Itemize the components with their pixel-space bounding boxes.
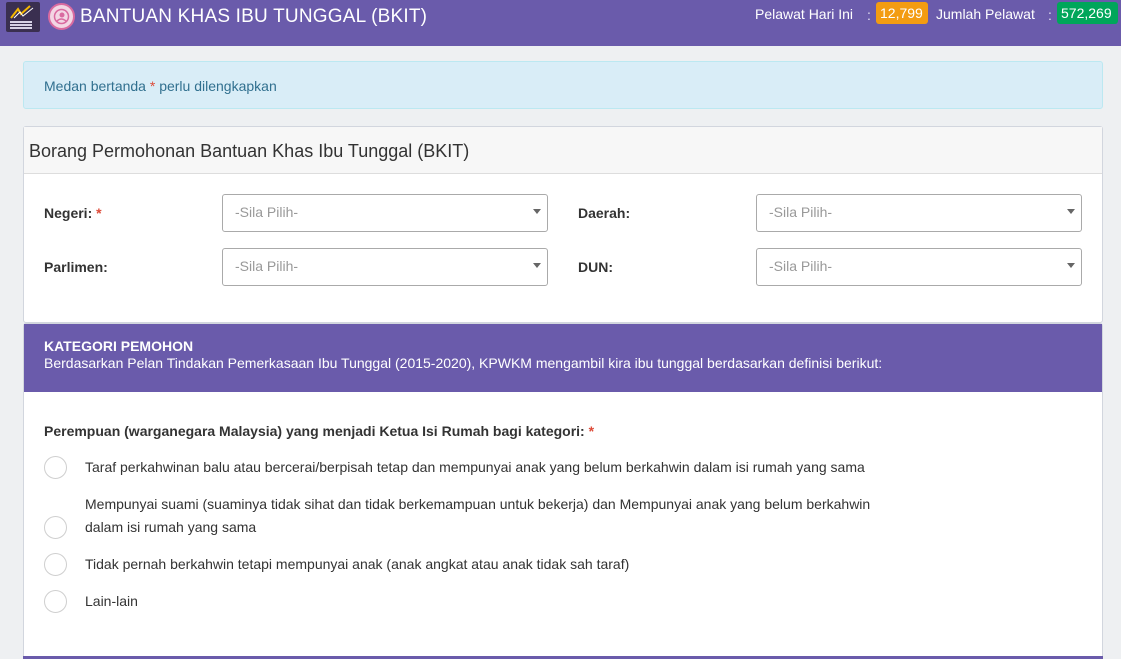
mother-child-logo [48, 3, 75, 30]
category-title: KATEGORI PEMOHON [44, 338, 194, 354]
category-question: Perempuan (warganegara Malaysia) yang me… [44, 423, 594, 439]
category-radio-4[interactable] [44, 590, 67, 613]
applicant-category-panel: KATEGORI PEMOHON Berdasarkan Pelan Tinda… [23, 323, 1103, 659]
daerah-label: Daerah: [578, 205, 631, 221]
category-description: Berdasarkan Pelan Tindakan Pemerkasaan I… [44, 355, 883, 371]
negeri-label: Negeri: * [44, 205, 102, 221]
category-radio-1[interactable] [44, 456, 67, 479]
category-option-2-line1: Mempunyai suami (suaminya tidak sihat da… [85, 496, 871, 512]
chevron-down-icon [1067, 263, 1075, 268]
required-fields-alert: Medan bertanda * perlu dilengkapkan [23, 61, 1103, 109]
negeri-select-placeholder: -Sila Pilih- [235, 204, 299, 220]
top-header-bar: BANTUAN KHAS IBU TUNGGAL (BKIT) Pelawat … [0, 0, 1121, 46]
category-header: KATEGORI PEMOHON Berdasarkan Pelan Tinda… [24, 324, 1102, 392]
chevron-down-icon [533, 209, 541, 214]
form-panel-header: Borang Permohonan Bantuan Khas Ibu Tungg… [24, 127, 1102, 174]
logo-small-text [10, 21, 32, 23]
category-radio-2[interactable] [44, 516, 67, 539]
question-required-asterisk: * [588, 423, 595, 439]
visitors-today-badge: 12,799 [876, 2, 928, 24]
category-option-1-label[interactable]: Taraf perkahwinan balu atau bercerai/ber… [85, 456, 905, 479]
negeri-select[interactable]: -Sila Pilih- [222, 194, 548, 232]
total-visitors-badge: 572,269 [1057, 2, 1118, 24]
visitors-today-colon: : [867, 7, 871, 23]
parlimen-label: Parlimen: [44, 259, 108, 275]
negeri-required-asterisk: * [96, 205, 102, 221]
category-question-text: Perempuan (warganegara Malaysia) yang me… [44, 423, 585, 439]
lightning-logo-icon [10, 5, 34, 19]
alert-text: Medan bertanda * perlu dilengkapkan [44, 78, 277, 94]
ministry-logo [6, 2, 40, 32]
total-visitors-colon: : [1048, 7, 1052, 23]
dun-label: DUN: [578, 259, 613, 275]
total-visitors-label: Jumlah Pelawat [936, 6, 1035, 22]
dun-select[interactable]: -Sila Pilih- [756, 248, 1082, 286]
parlimen-select[interactable]: -Sila Pilih- [222, 248, 548, 286]
category-option-2-label[interactable]: Mempunyai suami (suaminya tidak sihat da… [85, 493, 905, 539]
form-title: Borang Permohonan Bantuan Khas Ibu Tungg… [29, 141, 470, 161]
chevron-down-icon [533, 263, 541, 268]
application-form-panel: Borang Permohonan Bantuan Khas Ibu Tungg… [23, 126, 1103, 323]
daerah-select-placeholder: -Sila Pilih- [769, 204, 833, 220]
mother-child-icon [53, 8, 70, 25]
chevron-down-icon [1067, 209, 1075, 214]
category-option-3-label[interactable]: Tidak pernah berkahwin tetapi mempunyai … [85, 553, 905, 576]
parlimen-select-placeholder: -Sila Pilih- [235, 258, 299, 274]
category-option-2-line2: dalam isi rumah yang sama [85, 519, 257, 535]
app-title: BANTUAN KHAS IBU TUNGGAL (BKIT) [80, 6, 428, 27]
category-radio-3[interactable] [44, 553, 67, 576]
daerah-select[interactable]: -Sila Pilih- [756, 194, 1082, 232]
dun-select-placeholder: -Sila Pilih- [769, 258, 833, 274]
category-option-4-label[interactable]: Lain-lain [85, 590, 905, 613]
visitors-today-label: Pelawat Hari Ini [755, 6, 854, 22]
negeri-label-text: Negeri: [44, 205, 93, 221]
alert-text-before: Medan bertanda [44, 78, 150, 94]
alert-text-after: perlu dilengkapkan [155, 78, 277, 94]
